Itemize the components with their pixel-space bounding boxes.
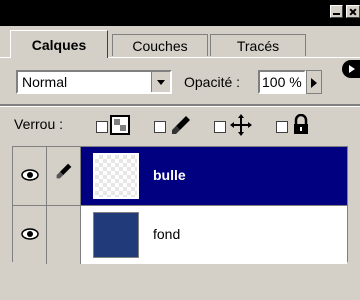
layer-name: bulle xyxy=(153,167,186,183)
close-button[interactable] xyxy=(346,5,360,18)
minimize-button[interactable] xyxy=(330,5,343,18)
lock-paint-checkbox[interactable] xyxy=(154,121,166,133)
palette-titlebar[interactable] xyxy=(0,0,360,26)
visibility-toggle[interactable] xyxy=(13,206,47,264)
link-toggle[interactable] xyxy=(47,147,81,205)
checker-icon xyxy=(110,115,130,141)
layer-content[interactable]: fond xyxy=(81,206,347,264)
lock-move-checkbox[interactable] xyxy=(214,121,226,133)
layer-name: fond xyxy=(153,226,181,242)
opacity-slider-arrow-icon[interactable] xyxy=(306,70,322,94)
layer-thumbnail xyxy=(93,212,139,258)
layer-row-bulle[interactable]: bulle xyxy=(13,147,347,205)
tab-traces[interactable]: Tracés xyxy=(210,34,306,56)
lock-all-checkbox[interactable] xyxy=(276,121,288,133)
padlock-icon xyxy=(292,113,310,142)
layers-list: bulle fond xyxy=(12,146,348,264)
layers-palette: Couches Tracés Calques Normal Opacité : … xyxy=(0,0,360,300)
opacity-label: Opacité : xyxy=(184,74,241,90)
blend-mode-value: Normal xyxy=(22,74,68,90)
blend-mode-select[interactable]: Normal xyxy=(16,70,172,94)
eye-icon xyxy=(20,166,39,186)
layer-row-fond[interactable]: fond xyxy=(13,205,347,264)
lock-label: Verrou : xyxy=(14,116,64,132)
eye-icon xyxy=(20,225,39,245)
layer-content[interactable]: bulle xyxy=(81,147,347,205)
tab-calques[interactable]: Calques xyxy=(10,30,108,58)
move-icon xyxy=(230,114,252,142)
brush-icon xyxy=(170,114,192,142)
brush-icon xyxy=(55,163,73,184)
opacity-input[interactable]: 100 % xyxy=(258,70,306,94)
tab-couches[interactable]: Couches xyxy=(112,34,208,56)
layer-thumbnail xyxy=(93,153,139,199)
divider xyxy=(0,104,360,107)
link-toggle[interactable] xyxy=(47,206,81,264)
palette-tabs: Couches Tracés Calques xyxy=(0,26,360,78)
visibility-toggle[interactable] xyxy=(13,147,47,205)
dropdown-arrow-icon[interactable] xyxy=(151,72,170,92)
scrollbar[interactable] xyxy=(348,146,360,166)
lock-transparency-checkbox[interactable] xyxy=(96,121,108,133)
palette-menu-arrow-icon[interactable] xyxy=(342,60,360,78)
